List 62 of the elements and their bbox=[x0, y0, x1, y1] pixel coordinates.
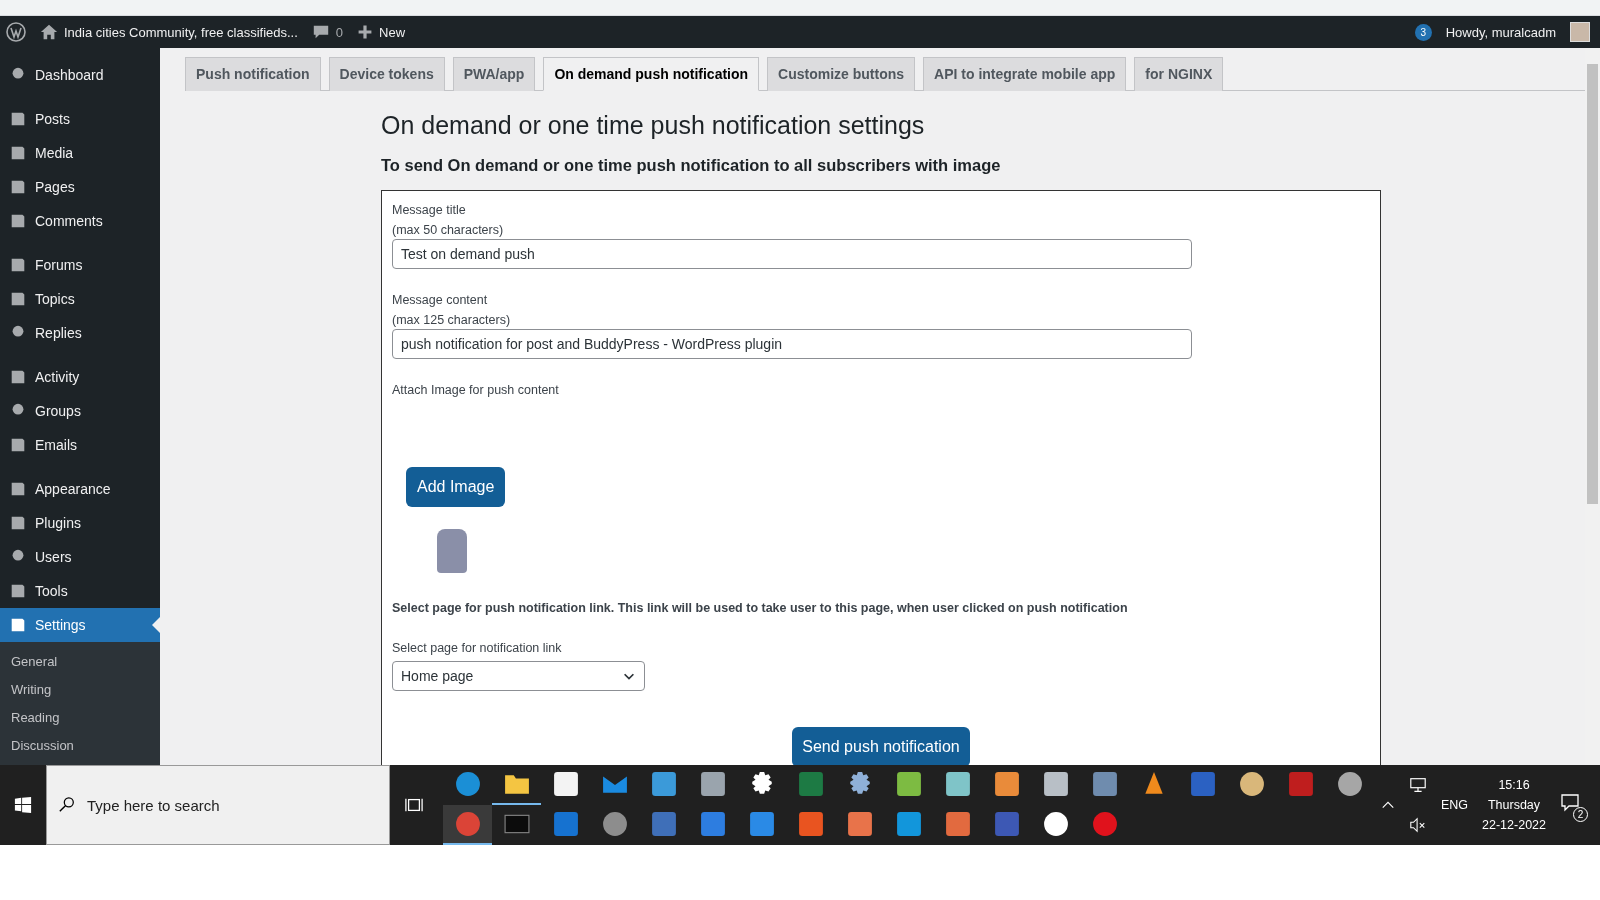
field-hint: (max 50 characters) bbox=[392, 223, 504, 237]
field-label: Select page for notification link bbox=[392, 641, 562, 655]
tab[interactable]: On demand push notification bbox=[543, 57, 760, 91]
tab[interactable]: Customize buttons bbox=[767, 57, 916, 91]
sidebar-item[interactable]: Dashboard bbox=[0, 58, 160, 92]
home-icon[interactable] bbox=[40, 23, 58, 41]
sidebar-item[interactable]: Plugins bbox=[0, 506, 160, 540]
field-label: Message content bbox=[392, 293, 488, 307]
send-push-button[interactable]: Send push notification bbox=[792, 727, 970, 765]
network-icon[interactable] bbox=[1408, 776, 1427, 794]
tab[interactable]: Device tokens bbox=[328, 57, 445, 91]
submenu-item[interactable]: General bbox=[0, 648, 160, 676]
plus-icon[interactable] bbox=[357, 24, 374, 40]
comments-count: 0 bbox=[335, 24, 344, 40]
tab[interactable]: API to integrate mobile app bbox=[923, 57, 1127, 91]
windows-start-icon[interactable] bbox=[14, 796, 32, 814]
tab[interactable]: Push notification bbox=[185, 57, 321, 91]
notification-icon[interactable] bbox=[1560, 792, 1580, 812]
updates-badge[interactable]: 3 bbox=[1414, 23, 1432, 41]
submenu-item[interactable]: Discussion bbox=[0, 732, 160, 760]
sidebar-item[interactable]: Tools bbox=[0, 574, 160, 608]
taskbar-search-field[interactable]: Type here to search bbox=[46, 765, 390, 845]
speaker-muted-icon[interactable] bbox=[1408, 816, 1427, 834]
field-hint: (max 125 characters) bbox=[392, 313, 511, 327]
sidebar-item[interactable]: Groups bbox=[0, 394, 160, 428]
field-label: Message title bbox=[392, 203, 466, 217]
search-icon bbox=[58, 796, 76, 814]
page-subtitle: To send On demand or one time push notification to all subscribers with image bbox=[381, 156, 1002, 175]
message-content-field[interactable]: push notification for post and BuddyPress - WordPress plugin bbox=[392, 329, 1192, 359]
sidebar-item[interactable]: Comments bbox=[0, 204, 160, 238]
page-select[interactable]: Home page bbox=[392, 661, 645, 691]
sidebar-item[interactable]: Activity bbox=[0, 360, 160, 394]
clock[interactable]: 15:16 Thursday 22-12-2022 bbox=[1482, 778, 1546, 832]
tab[interactable]: for NGINX bbox=[1134, 57, 1224, 91]
sidebar-item[interactable]: Forums bbox=[0, 248, 160, 282]
submenu-item[interactable]: Writing bbox=[0, 676, 160, 704]
greeting-link[interactable]: Howdy, muralcadm bbox=[1445, 24, 1556, 40]
sidebar-item[interactable]: Emails bbox=[0, 428, 160, 462]
sidebar-item[interactable]: Posts bbox=[0, 102, 160, 136]
notification-badge: 2 bbox=[1573, 807, 1588, 822]
sidebar-item[interactable]: Topics bbox=[0, 282, 160, 316]
scrollbar[interactable] bbox=[1585, 48, 1600, 765]
tab[interactable]: PWA/app bbox=[452, 57, 536, 91]
new-link[interactable]: New bbox=[379, 24, 406, 40]
sidebar-item[interactable]: Media bbox=[0, 136, 160, 170]
submenu-item[interactable]: Reading bbox=[0, 704, 160, 732]
sidebar-item[interactable]: Pages bbox=[0, 170, 160, 204]
task-view-icon[interactable] bbox=[405, 796, 423, 814]
field-label: Attach Image for push content bbox=[392, 383, 559, 397]
wordpress-logo-icon[interactable] bbox=[6, 22, 26, 42]
site-name-link[interactable]: India cities Community, free classifieds... bbox=[64, 24, 298, 40]
sidebar-item[interactable]: Replies bbox=[0, 316, 160, 350]
sidebar-item[interactable]: Users bbox=[0, 540, 160, 574]
language-indicator[interactable]: ENG bbox=[1440, 798, 1469, 812]
sidebar-item[interactable]: Settings bbox=[0, 608, 160, 642]
sidebar-item[interactable]: Appearance bbox=[0, 472, 160, 506]
page-title: On demand or one time push notification settings bbox=[381, 111, 926, 140]
message-title-field[interactable]: Test on demand push bbox=[392, 239, 1192, 269]
scrollbar-thumb[interactable] bbox=[1587, 64, 1598, 504]
add-image-button[interactable]: Add Image bbox=[406, 467, 506, 507]
image-placeholder bbox=[437, 529, 467, 573]
link-note: Select page for push notification link. This link will be used to take user to this page, when user clicked on push notification bbox=[392, 601, 1128, 615]
